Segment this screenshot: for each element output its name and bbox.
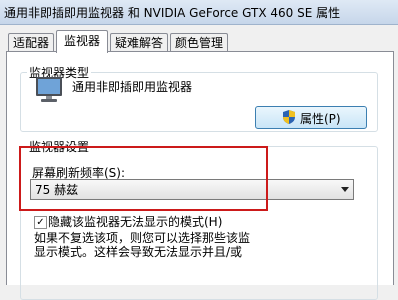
- tab-monitor[interactable]: 监视器: [56, 30, 108, 53]
- hide-modes-label: 隐藏该监视器无法显示的模式(H): [48, 215, 223, 229]
- hide-modes-checkbox[interactable]: ✓: [34, 216, 47, 229]
- monitor-settings-legend: 监视器设置: [29, 140, 90, 154]
- window-title: 通用非即插即用监视器 和 NVIDIA GeForce GTX 460 SE 属…: [4, 6, 341, 20]
- window-title-bar: 通用非即插即用监视器 和 NVIDIA GeForce GTX 460 SE 属…: [0, 0, 398, 25]
- refresh-rate-dropdown[interactable]: 75 赫兹: [30, 179, 354, 200]
- chevron-down-icon: [341, 187, 349, 192]
- shield-icon: [283, 110, 295, 124]
- properties-button[interactable]: 属性(P): [255, 106, 367, 129]
- monitor-name: 通用非即插即用监视器: [72, 80, 193, 94]
- tab-strip: 适配器 监视器 疑难解答 颜色管理: [0, 24, 398, 53]
- tab-color-management[interactable]: 颜色管理: [170, 33, 228, 52]
- monitor-icon: [36, 77, 62, 102]
- tab-troubleshoot[interactable]: 疑难解答: [110, 33, 168, 52]
- tab-adapter[interactable]: 适配器: [8, 33, 54, 52]
- hint-text-line2: 显示模式。这样会导致无法显示并且/或: [34, 245, 243, 259]
- properties-button-label: 属性(P): [300, 112, 341, 126]
- refresh-rate-value: 75 赫兹: [35, 183, 79, 197]
